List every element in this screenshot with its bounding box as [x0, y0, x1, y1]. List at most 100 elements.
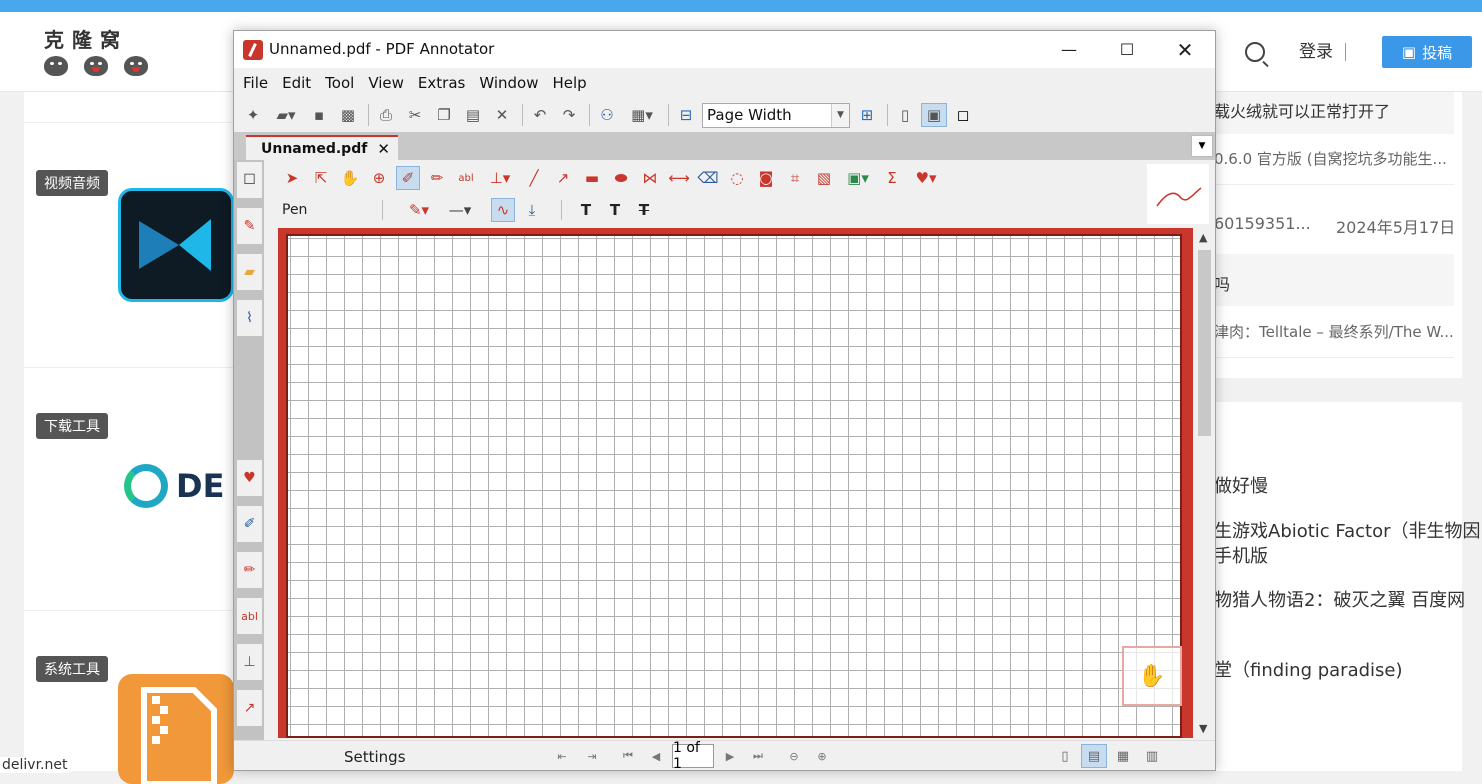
full-screen-icon[interactable]: ◻: [950, 103, 976, 127]
new-document-icon[interactable]: ✦: [240, 103, 266, 127]
stamp-icon[interactable]: ⊥: [237, 644, 262, 680]
binoculars-icon[interactable]: ⚇: [594, 103, 620, 127]
pdf-page-grid[interactable]: [286, 234, 1182, 738]
pen-icon[interactable]: ✐: [237, 506, 262, 542]
arrow-tool-icon[interactable]: ↗: [551, 166, 575, 190]
menu-edit[interactable]: Edit: [282, 69, 311, 97]
text-strike-icon[interactable]: T: [632, 198, 656, 222]
menu-extras[interactable]: Extras: [418, 69, 465, 97]
scroll-thumb[interactable]: [1198, 250, 1211, 436]
settings-button[interactable]: Settings: [344, 748, 406, 766]
pan-hand-icon[interactable]: ✋: [1122, 646, 1182, 706]
continuous-view-icon[interactable]: ▤: [1081, 744, 1107, 768]
insert-image-icon[interactable]: ▣▾: [841, 166, 875, 190]
minimize-button[interactable]: —: [1040, 31, 1098, 68]
chevron-down-icon[interactable]: ▼: [831, 103, 849, 127]
category-download-tools[interactable]: 下载工具: [36, 413, 108, 439]
cut-icon[interactable]: ✂: [402, 103, 428, 127]
ruler-icon[interactable]: ▧: [812, 166, 836, 190]
copy-icon[interactable]: ❐: [431, 103, 457, 127]
line-icon[interactable]: ╱: [522, 166, 546, 190]
app-icon-archive[interactable]: [118, 674, 234, 784]
lasso-icon[interactable]: ◌: [725, 166, 749, 190]
hand-icon[interactable]: ✋: [338, 166, 362, 190]
zoom-select[interactable]: Page Width ▼: [702, 102, 850, 128]
right-item[interactable]: 60159351...: [1214, 214, 1311, 233]
right-item[interactable]: 吗: [1214, 271, 1230, 295]
paperclip-icon[interactable]: ⌇: [237, 300, 262, 336]
arrow-icon[interactable]: ↗: [237, 690, 262, 726]
scroll-up-icon[interactable]: ▲: [1199, 231, 1207, 244]
site-logo[interactable]: 克隆窝: [44, 24, 154, 84]
tab-unnamed-pdf[interactable]: Unnamed.pdf ✕: [246, 135, 398, 161]
document-view[interactable]: [278, 228, 1193, 738]
save-icon[interactable]: ▪: [306, 103, 332, 127]
category-system-tools[interactable]: 系统工具: [36, 656, 108, 682]
redo-icon[interactable]: ↷: [556, 103, 582, 127]
fit-page-icon[interactable]: ▯: [892, 103, 918, 127]
login-link[interactable]: 登录: [1299, 43, 1346, 61]
deepl-logo[interactable]: DE: [124, 464, 224, 508]
save-as-icon[interactable]: ▩: [335, 103, 361, 127]
note-icon[interactable]: ▰: [237, 254, 262, 290]
post-button[interactable]: ▣ 投稿: [1382, 36, 1472, 68]
page-back-icon[interactable]: ⇤: [552, 746, 572, 766]
two-page-view-icon[interactable]: ▥: [1139, 744, 1165, 768]
scroll-down-icon[interactable]: ▼: [1199, 722, 1207, 735]
right-item[interactable]: 载火绒就可以正常打开了: [1214, 98, 1390, 122]
search-icon[interactable]: [1245, 42, 1265, 62]
camera-icon[interactable]: ◙: [754, 166, 778, 190]
first-page-icon[interactable]: ⏮: [618, 746, 638, 766]
history-back-icon[interactable]: ⊖: [784, 746, 804, 766]
title-bar[interactable]: Unnamed.pdf - PDF Annotator — ☐ ✕: [234, 31, 1215, 68]
stamp-tool-icon[interactable]: ⊥▾: [483, 166, 517, 190]
text-box-icon[interactable]: abl: [237, 598, 262, 634]
select-text-icon[interactable]: ⇱: [309, 166, 333, 190]
text-underline-icon[interactable]: T: [603, 198, 627, 222]
maximize-button[interactable]: ☐: [1098, 31, 1156, 68]
polygon-icon[interactable]: ⋈: [638, 166, 662, 190]
zoom-out-icon[interactable]: ⊟: [673, 103, 699, 127]
close-tab-icon[interactable]: ✕: [377, 140, 390, 158]
fit-width-icon[interactable]: ▣: [921, 103, 947, 127]
close-button[interactable]: ✕: [1156, 31, 1214, 68]
zoom-icon[interactable]: ⊕: [367, 166, 391, 190]
favorite-heart-icon[interactable]: ♥: [237, 460, 262, 496]
paste-icon[interactable]: ▤: [460, 103, 486, 127]
next-page-icon[interactable]: ▶: [720, 746, 740, 766]
text-style-icon[interactable]: T: [574, 198, 598, 222]
print-icon[interactable]: ⎙: [373, 103, 399, 127]
right-item[interactable]: 0.6.0 官方版 (自窝挖坑多功能生...: [1214, 148, 1447, 169]
menu-tool[interactable]: Tool: [325, 69, 354, 97]
measure-icon[interactable]: ⟷: [667, 166, 691, 190]
menu-file[interactable]: File: [243, 69, 268, 97]
crop-icon[interactable]: ⌗: [783, 166, 807, 190]
favorites-icon[interactable]: ♥▾: [909, 166, 943, 190]
right-item[interactable]: 物猎人物语2：破灭之翼 百度网: [1214, 586, 1465, 612]
category-video-audio[interactable]: 视频音频: [36, 170, 108, 196]
menu-help[interactable]: Help: [553, 69, 587, 97]
page-options-icon[interactable]: ▦▾: [623, 103, 661, 127]
pressure-icon[interactable]: ⤓: [520, 198, 544, 222]
right-item[interactable]: 津肉：Telltale – 最终系列/The W...: [1214, 321, 1454, 342]
pin-icon[interactable]: ✎: [237, 208, 262, 244]
highlighter-tool-icon[interactable]: ✏: [425, 166, 449, 190]
right-item[interactable]: 手机版: [1214, 542, 1268, 568]
zoom-in-icon[interactable]: ⊞: [854, 103, 880, 127]
highlighter-icon[interactable]: ✏: [237, 552, 262, 588]
delete-icon[interactable]: ✕: [489, 103, 515, 127]
right-item[interactable]: 生游戏Abiotic Factor（非生物因: [1214, 517, 1481, 543]
open-folder-icon[interactable]: ▰▾: [269, 103, 303, 127]
color-picker-icon[interactable]: ✎▾: [401, 198, 437, 222]
tab-list-button[interactable]: ▼: [1191, 135, 1213, 157]
page-indicator[interactable]: 1 of 1: [672, 740, 714, 772]
single-page-view-icon[interactable]: ▯: [1052, 744, 1078, 768]
menu-window[interactable]: Window: [479, 69, 538, 97]
eraser-icon[interactable]: ⌫: [696, 166, 720, 190]
vertical-scrollbar[interactable]: ▲ ▼: [1194, 228, 1215, 738]
text-tool-icon[interactable]: abl: [454, 166, 478, 190]
right-item[interactable]: 做好慢: [1214, 472, 1268, 498]
select-arrow-icon[interactable]: ➤: [280, 166, 304, 190]
rectangle-icon[interactable]: ▬: [580, 166, 604, 190]
right-item[interactable]: 堂（finding paradise): [1214, 656, 1403, 682]
